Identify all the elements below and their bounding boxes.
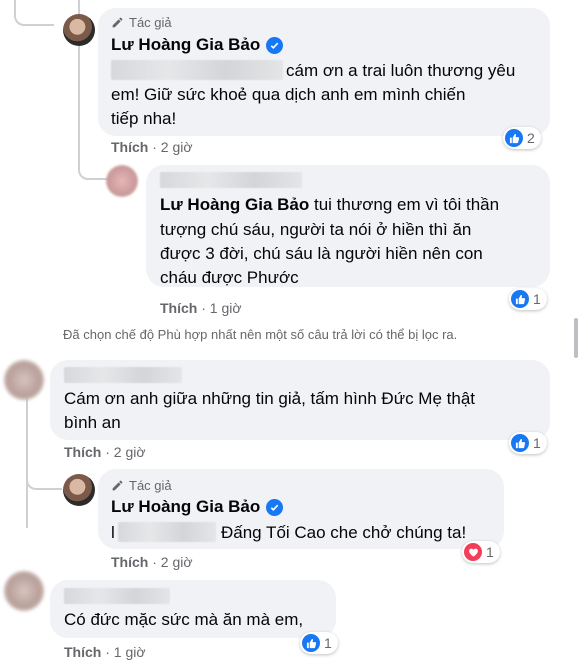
reaction-count: 2 — [527, 130, 535, 146]
reaction-count-badge[interactable]: 1 — [462, 541, 500, 563]
commenter-name[interactable]: Lư Hoàng Gia Bảo — [111, 35, 284, 55]
author-badge-label: Tác giả — [129, 478, 172, 493]
comment-text-line: bình an — [64, 413, 121, 432]
comment-text-line: Có đức mặc sức mà ăn mà em, — [64, 610, 304, 629]
author-badge-label: Tác giả — [129, 15, 172, 30]
timestamp[interactable]: 1 giờ — [114, 644, 146, 660]
reaction-count-badge[interactable]: 1 — [300, 632, 338, 654]
commenter-avatar[interactable] — [4, 571, 44, 611]
like-link[interactable]: Thích — [111, 139, 148, 155]
comment-actions: Thích · 1 giờ — [64, 644, 146, 660]
thread-line — [78, 160, 108, 180]
comment-text-line: Đấng Tối Cao che chở chúng ta! — [221, 523, 467, 542]
commenter-name[interactable]: Lư Hoàng Gia Bảo — [111, 497, 284, 517]
reaction-count: 1 — [533, 435, 541, 451]
comment-actions: Thích · 1 giờ — [160, 300, 242, 316]
comment-actions: Thích · 2 giờ — [111, 554, 193, 570]
verified-badge-icon — [266, 36, 284, 54]
comment-text-line: được 3 đời, chú sáu là người hiền nên co… — [160, 244, 483, 263]
pencil-icon — [112, 17, 123, 28]
timestamp[interactable]: 2 giờ — [161, 139, 193, 155]
comment-text-line: em! Giữ sức khoẻ qua dịch anh em mình ch… — [111, 85, 466, 104]
like-icon — [505, 129, 523, 147]
timestamp[interactable]: 2 giờ — [161, 554, 193, 570]
thread-line — [26, 398, 28, 528]
like-link[interactable]: Thích — [111, 554, 148, 570]
comment-actions: Thích · 2 giờ — [111, 139, 193, 155]
timestamp[interactable]: 1 giờ — [210, 300, 242, 316]
pencil-icon — [112, 480, 123, 491]
comment-text-line: Lư Hoàng Gia Bảo tui thương em vì tôi th… — [160, 195, 500, 214]
comment-actions: Thích · 2 giờ — [64, 444, 146, 460]
verified-badge-icon — [266, 498, 284, 516]
timestamp[interactable]: 2 giờ — [114, 444, 146, 460]
commenter-avatar[interactable] — [106, 165, 138, 197]
like-link[interactable]: Thích — [64, 444, 101, 460]
scrollbar[interactable] — [574, 318, 578, 358]
blurred-commenter-name — [64, 588, 170, 604]
comment-text-line: tượng chú sáu, người ta nói ở hiền thì ă… — [160, 220, 472, 239]
author-avatar[interactable] — [63, 14, 95, 46]
like-icon — [511, 434, 529, 452]
like-icon — [511, 290, 529, 308]
author-badge: Tác giả — [111, 478, 172, 493]
comment-text-line: l — [111, 523, 115, 542]
comment-text-line: tiếp nha! — [111, 109, 177, 128]
thread-line — [26, 470, 62, 490]
blurred-mention — [111, 60, 283, 80]
commenter-avatar[interactable] — [4, 360, 44, 400]
heart-icon — [464, 543, 482, 561]
thread-line — [14, 0, 54, 26]
author-avatar[interactable] — [63, 474, 95, 506]
blurred-commenter-name — [64, 367, 182, 383]
like-link[interactable]: Thích — [64, 644, 101, 660]
reaction-count-badge[interactable]: 1 — [509, 288, 547, 310]
reaction-count-badge[interactable]: 1 — [509, 432, 547, 454]
blurred-commenter-name — [160, 172, 302, 188]
reaction-count-badge[interactable]: 2 — [503, 127, 541, 149]
reaction-count: 1 — [533, 291, 541, 307]
comment-text-line: Cám ơn anh giữa những tin giả, tấm hình … — [64, 389, 475, 408]
blurred-mention — [118, 522, 216, 542]
mention-tag[interactable]: Lư Hoàng Gia Bảo — [160, 195, 309, 214]
comment-text-line: cháu được Phước — [160, 268, 299, 287]
filter-notice: Đã chọn chế độ Phù hợp nhất nên một số c… — [63, 327, 458, 342]
like-link[interactable]: Thích — [160, 300, 197, 316]
like-icon — [302, 634, 320, 652]
author-badge: Tác giả — [111, 15, 172, 30]
reaction-count: 1 — [324, 635, 332, 651]
comment-text-line: cám ơn a trai luôn thương yêu — [286, 61, 516, 80]
reaction-count: 1 — [486, 544, 494, 560]
